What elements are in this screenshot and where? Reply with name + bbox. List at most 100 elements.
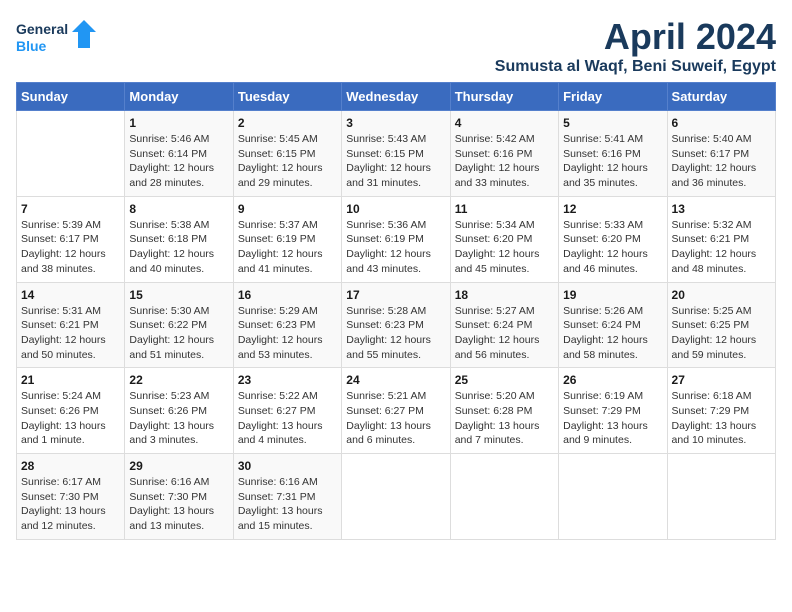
- page-title: April 2024: [495, 16, 776, 58]
- calendar-table: SundayMondayTuesdayWednesdayThursdayFrid…: [16, 82, 776, 540]
- day-info: Sunrise: 5:38 AM Sunset: 6:18 PM Dayligh…: [129, 218, 228, 277]
- calendar-cell: 9Sunrise: 5:37 AM Sunset: 6:19 PM Daylig…: [233, 196, 341, 282]
- day-number: 10: [346, 202, 445, 216]
- day-info: Sunrise: 5:29 AM Sunset: 6:23 PM Dayligh…: [238, 304, 337, 363]
- logo: General Blue: [16, 16, 96, 60]
- weekday-header-row: SundayMondayTuesdayWednesdayThursdayFrid…: [17, 83, 776, 111]
- day-info: Sunrise: 5:20 AM Sunset: 6:28 PM Dayligh…: [455, 389, 554, 448]
- day-info: Sunrise: 5:45 AM Sunset: 6:15 PM Dayligh…: [238, 132, 337, 191]
- calendar-cell: 11 Sunrise: 5:34 AM Sunset: 6:20 PM Dayli…: [450, 196, 558, 282]
- calendar-cell: 4 Sunrise: 5:42 AM Sunset: 6:16 PM Daylig…: [450, 111, 558, 197]
- calendar-cell: 12 Sunrise: 5:33 AM Sunset: 6:20 PM Dayli…: [559, 196, 667, 282]
- calendar-cell: 14Sunrise: 5:31 AM Sunset: 6:21 PM Dayli…: [17, 282, 125, 368]
- day-info: Sunrise: 5:39 AM Sunset: 6:17 PM Dayligh…: [21, 218, 120, 277]
- day-info: Sunrise: 6:19 AM Sunset: 7:29 PM Dayligh…: [563, 389, 662, 448]
- calendar-week-row: 14Sunrise: 5:31 AM Sunset: 6:21 PM Dayli…: [17, 282, 776, 368]
- calendar-cell: 26 Sunrise: 6:19 AM Sunset: 7:29 PM Dayli…: [559, 368, 667, 454]
- day-info: Sunrise: 5:24 AM Sunset: 6:26 PM Dayligh…: [21, 389, 120, 448]
- page-header: General Blue April 2024 Sumusta al Waqf,…: [16, 16, 776, 76]
- calendar-cell: 2 Sunrise: 5:45 AM Sunset: 6:15 PM Daylig…: [233, 111, 341, 197]
- svg-text:Blue: Blue: [16, 38, 47, 54]
- calendar-cell: 20 Sunrise: 5:25 AM Sunset: 6:25 PM Dayli…: [667, 282, 775, 368]
- calendar-cell: 3Sunrise: 5:43 AM Sunset: 6:15 PM Daylig…: [342, 111, 450, 197]
- calendar-cell: 29 Sunrise: 6:16 AM Sunset: 7:30 PM Dayli…: [125, 454, 233, 540]
- day-number: 22: [129, 373, 228, 387]
- day-number: 30: [238, 459, 337, 473]
- day-number: 25: [455, 373, 554, 387]
- weekday-header: Friday: [559, 83, 667, 111]
- day-info: Sunrise: 5:34 AM Sunset: 6:20 PM Dayligh…: [455, 218, 554, 277]
- day-info: Sunrise: 5:32 AM Sunset: 6:21 PM Dayligh…: [672, 218, 771, 277]
- calendar-cell: 23Sunrise: 5:22 AM Sunset: 6:27 PM Dayli…: [233, 368, 341, 454]
- calendar-cell: 27 Sunrise: 6:18 AM Sunset: 7:29 PM Dayli…: [667, 368, 775, 454]
- calendar-cell: [17, 111, 125, 197]
- day-number: 27: [672, 373, 771, 387]
- day-info: Sunrise: 5:42 AM Sunset: 6:16 PM Dayligh…: [455, 132, 554, 191]
- day-info: Sunrise: 5:28 AM Sunset: 6:23 PM Dayligh…: [346, 304, 445, 363]
- calendar-cell: 24Sunrise: 5:21 AM Sunset: 6:27 PM Dayli…: [342, 368, 450, 454]
- day-number: 28: [21, 459, 120, 473]
- day-number: 26: [563, 373, 662, 387]
- calendar-cell: 6 Sunrise: 5:40 AM Sunset: 6:17 PM Daylig…: [667, 111, 775, 197]
- day-number: 23: [238, 373, 337, 387]
- calendar-cell: 22 Sunrise: 5:23 AM Sunset: 6:26 PM Dayli…: [125, 368, 233, 454]
- day-info: Sunrise: 5:23 AM Sunset: 6:26 PM Dayligh…: [129, 389, 228, 448]
- calendar-week-row: 21 Sunrise: 5:24 AM Sunset: 6:26 PM Dayli…: [17, 368, 776, 454]
- day-number: 8: [129, 202, 228, 216]
- day-info: Sunrise: 6:18 AM Sunset: 7:29 PM Dayligh…: [672, 389, 771, 448]
- weekday-header: Monday: [125, 83, 233, 111]
- calendar-cell: [342, 454, 450, 540]
- calendar-cell: 21 Sunrise: 5:24 AM Sunset: 6:26 PM Dayli…: [17, 368, 125, 454]
- day-info: Sunrise: 6:16 AM Sunset: 7:31 PM Dayligh…: [238, 475, 337, 534]
- day-number: 21: [21, 373, 120, 387]
- calendar-week-row: 28 Sunrise: 6:17 AM Sunset: 7:30 PM Dayli…: [17, 454, 776, 540]
- day-info: Sunrise: 5:27 AM Sunset: 6:24 PM Dayligh…: [455, 304, 554, 363]
- day-number: 6: [672, 116, 771, 130]
- calendar-cell: 28 Sunrise: 6:17 AM Sunset: 7:30 PM Dayli…: [17, 454, 125, 540]
- day-number: 13: [672, 202, 771, 216]
- day-number: 19: [563, 288, 662, 302]
- day-info: Sunrise: 5:30 AM Sunset: 6:22 PM Dayligh…: [129, 304, 228, 363]
- weekday-header: Thursday: [450, 83, 558, 111]
- day-info: Sunrise: 5:40 AM Sunset: 6:17 PM Dayligh…: [672, 132, 771, 191]
- calendar-cell: 13 Sunrise: 5:32 AM Sunset: 6:21 PM Dayli…: [667, 196, 775, 282]
- day-info: Sunrise: 5:31 AM Sunset: 6:21 PM Dayligh…: [21, 304, 120, 363]
- day-number: 24: [346, 373, 445, 387]
- day-info: Sunrise: 5:26 AM Sunset: 6:24 PM Dayligh…: [563, 304, 662, 363]
- calendar-cell: 5Sunrise: 5:41 AM Sunset: 6:16 PM Daylig…: [559, 111, 667, 197]
- weekday-header: Sunday: [17, 83, 125, 111]
- day-number: 12: [563, 202, 662, 216]
- day-number: 17: [346, 288, 445, 302]
- day-info: Sunrise: 5:36 AM Sunset: 6:19 PM Dayligh…: [346, 218, 445, 277]
- day-number: 7: [21, 202, 120, 216]
- day-number: 4: [455, 116, 554, 130]
- day-info: Sunrise: 5:37 AM Sunset: 6:19 PM Dayligh…: [238, 218, 337, 277]
- day-number: 2: [238, 116, 337, 130]
- calendar-cell: 25 Sunrise: 5:20 AM Sunset: 6:28 PM Dayli…: [450, 368, 558, 454]
- calendar-cell: 15 Sunrise: 5:30 AM Sunset: 6:22 PM Dayli…: [125, 282, 233, 368]
- svg-text:General: General: [16, 21, 68, 37]
- calendar-cell: 10 Sunrise: 5:36 AM Sunset: 6:19 PM Dayli…: [342, 196, 450, 282]
- page-subtitle: Sumusta al Waqf, Beni Suweif, Egypt: [495, 58, 776, 76]
- weekday-header: Wednesday: [342, 83, 450, 111]
- calendar-cell: 8 Sunrise: 5:38 AM Sunset: 6:18 PM Daylig…: [125, 196, 233, 282]
- calendar-week-row: 7 Sunrise: 5:39 AM Sunset: 6:17 PM Daylig…: [17, 196, 776, 282]
- day-info: Sunrise: 5:25 AM Sunset: 6:25 PM Dayligh…: [672, 304, 771, 363]
- day-info: Sunrise: 5:43 AM Sunset: 6:15 PM Dayligh…: [346, 132, 445, 191]
- day-number: 15: [129, 288, 228, 302]
- day-info: Sunrise: 5:33 AM Sunset: 6:20 PM Dayligh…: [563, 218, 662, 277]
- logo-svg: General Blue: [16, 16, 96, 60]
- day-number: 11: [455, 202, 554, 216]
- day-number: 1: [129, 116, 228, 130]
- calendar-cell: [559, 454, 667, 540]
- calendar-cell: 16 Sunrise: 5:29 AM Sunset: 6:23 PM Dayli…: [233, 282, 341, 368]
- day-number: 20: [672, 288, 771, 302]
- day-info: Sunrise: 5:46 AM Sunset: 6:14 PM Dayligh…: [129, 132, 228, 191]
- weekday-header: Tuesday: [233, 83, 341, 111]
- day-number: 29: [129, 459, 228, 473]
- calendar-cell: 30 Sunrise: 6:16 AM Sunset: 7:31 PM Dayli…: [233, 454, 341, 540]
- day-info: Sunrise: 6:17 AM Sunset: 7:30 PM Dayligh…: [21, 475, 120, 534]
- calendar-cell: [667, 454, 775, 540]
- day-info: Sunrise: 6:16 AM Sunset: 7:30 PM Dayligh…: [129, 475, 228, 534]
- day-number: 16: [238, 288, 337, 302]
